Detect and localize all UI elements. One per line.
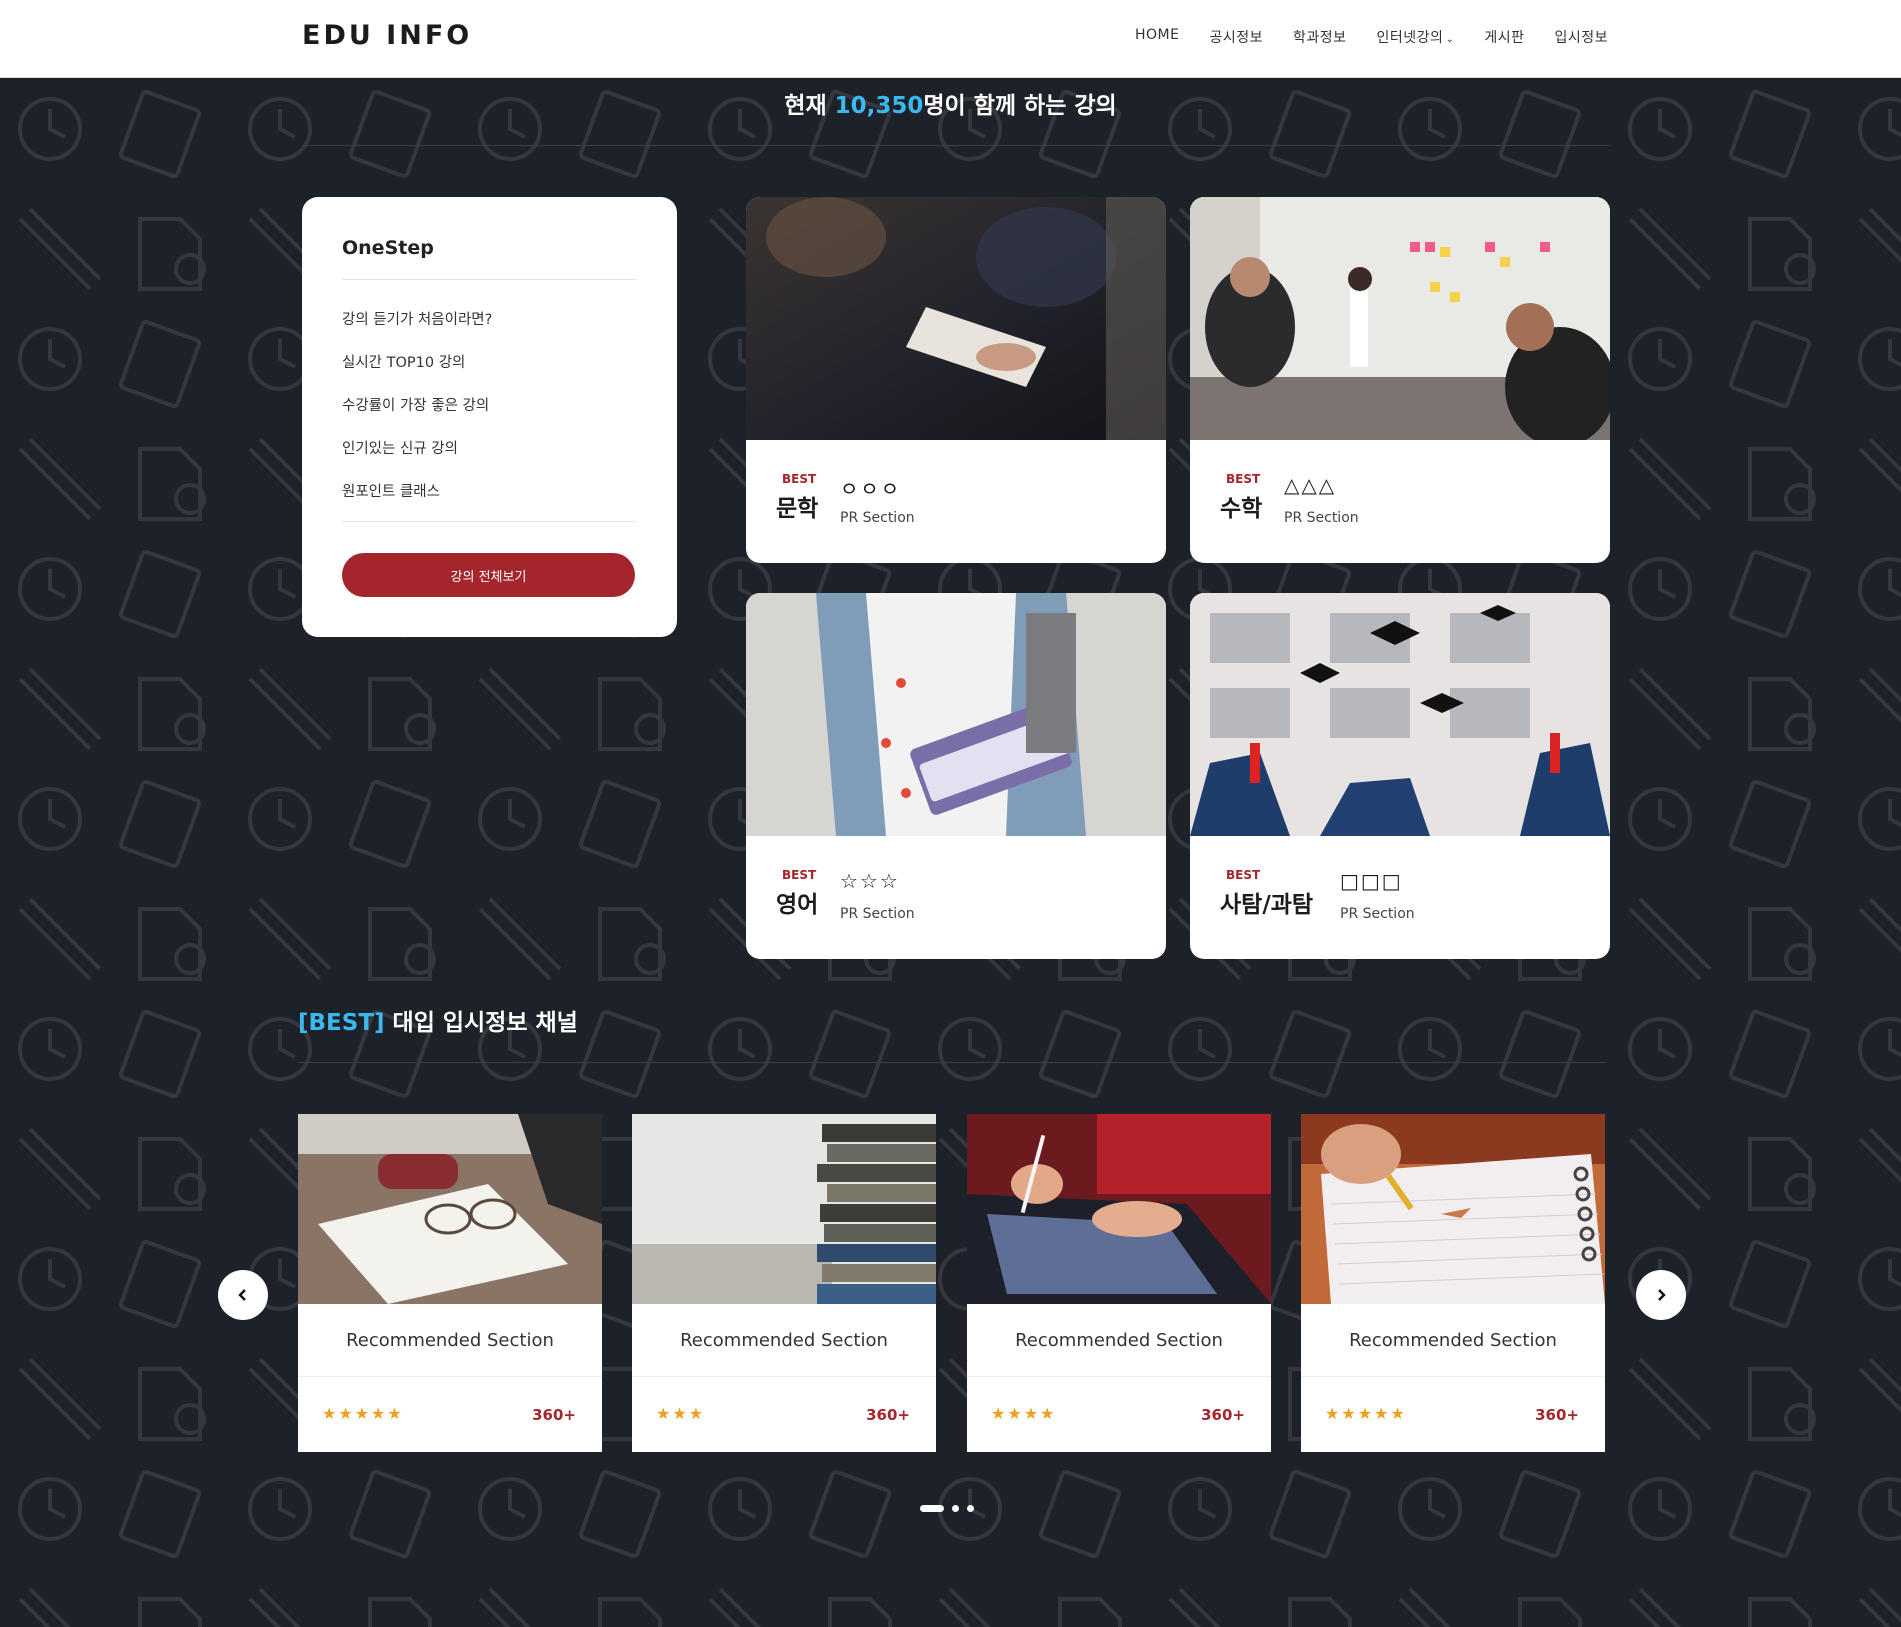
nav-home[interactable]: HOME (1135, 27, 1179, 47)
onestep-divider (342, 279, 637, 280)
recommended-count: 360+ (1201, 1406, 1245, 1424)
carousel-pagination (920, 1505, 974, 1512)
hero-suffix: 명이 함께 하는 강의 (923, 93, 1117, 119)
top-navbar: EDU INFO HOME 공시정보 학과정보 인터넷강의 ⌄ 게시판 입시정보 (0, 0, 1901, 78)
recommended-divider (298, 1376, 602, 1377)
tablet-drawing-photo (967, 1114, 1271, 1304)
recommended-label: Recommended Section (1015, 1330, 1223, 1351)
onestep-item-top10[interactable]: 실시간 TOP10 강의 (342, 351, 637, 372)
recommended-label: Recommended Section (346, 1330, 554, 1351)
recommended-card[interactable]: Recommended Section ★★★★★ 360+ (1301, 1114, 1605, 1452)
course-subject: 수학 (1220, 496, 1263, 522)
course-subject: 영어 (776, 892, 819, 918)
book-stack-photo (632, 1114, 936, 1304)
recommended-card[interactable]: Recommended Section ★★★★★ 360+ (298, 1114, 602, 1452)
recommended-count: 360+ (866, 1406, 910, 1424)
course-card-social-science[interactable]: BEST 사탐/과탐 □□□ PR Section (1190, 593, 1610, 959)
star-rating-icon: ★★★ (656, 1404, 706, 1423)
onestep-divider-bottom (342, 521, 635, 522)
best-badge: BEST (782, 472, 817, 486)
nav-disclosure[interactable]: 공시정보 (1209, 27, 1263, 47)
onestep-list: 강의 듣기가 처음이라면? 실시간 TOP10 강의 수강률이 가장 좋은 강의… (342, 308, 637, 501)
course-caption: PR Section (1340, 906, 1415, 922)
course-symbol: ☆☆☆ (840, 869, 900, 893)
main-nav: HOME 공시정보 학과정보 인터넷강의 ⌄ 게시판 입시정보 (1135, 27, 1608, 47)
onestep-item-onepoint[interactable]: 원포인트 클래스 (342, 480, 637, 501)
channel-section-title: [BEST] 대입 입시정보 채널 (298, 1003, 578, 1037)
carousel-prev-button[interactable] (218, 1270, 268, 1320)
recommended-divider (967, 1376, 1271, 1377)
carousel-next-button[interactable] (1636, 1270, 1686, 1320)
channel-title: 대입 입시정보 채널 (384, 1010, 578, 1036)
nav-departments[interactable]: 학과정보 (1293, 27, 1347, 47)
hero-prefix: 현재 (784, 93, 835, 119)
chevron-right-icon (1658, 1289, 1666, 1301)
carousel-dot-1[interactable] (920, 1505, 944, 1512)
carousel-dot-3[interactable] (967, 1505, 974, 1512)
channel-divider (298, 1062, 1606, 1063)
course-symbol: □□□ (1340, 869, 1403, 893)
onestep-item-best-rate[interactable]: 수강률이 가장 좋은 강의 (342, 394, 637, 415)
nav-admissions[interactable]: 입시정보 (1554, 27, 1608, 47)
course-subject: 사탐/과탐 (1220, 892, 1314, 918)
channel-tag: [BEST] (298, 1010, 385, 1036)
course-caption: PR Section (840, 906, 915, 922)
course-card-math[interactable]: BEST 수학 △△△ PR Section (1190, 197, 1610, 563)
recommended-card[interactable]: Recommended Section ★★★★ 360+ (967, 1114, 1271, 1452)
recommended-count: 360+ (1535, 1406, 1579, 1424)
hero-count: 10,350 (834, 93, 924, 119)
best-badge: BEST (782, 868, 817, 882)
recommended-count: 360+ (532, 1406, 576, 1424)
office-meeting-photo (1190, 197, 1610, 440)
nav-board[interactable]: 게시판 (1484, 27, 1524, 47)
site-logo[interactable]: EDU INFO (302, 20, 472, 51)
course-symbol: ㅇㅇㅇ (840, 477, 902, 501)
chevron-down-icon: ⌄ (1445, 34, 1455, 45)
desk-glasses-photo (298, 1114, 602, 1304)
star-rating-icon: ★★★★★ (1325, 1404, 1407, 1423)
recommended-label: Recommended Section (1349, 1330, 1557, 1351)
course-card-english[interactable]: BEST 영어 ☆☆☆ PR Section (746, 593, 1166, 959)
recommended-divider (1301, 1376, 1605, 1377)
nav-online-lectures[interactable]: 인터넷강의 ⌄ (1377, 27, 1455, 47)
nav-online-lectures-label: 인터넷강의 (1376, 30, 1444, 46)
carousel-dot-2[interactable] (952, 1505, 959, 1512)
course-caption: PR Section (840, 510, 915, 526)
student-with-books-photo (746, 593, 1166, 836)
hero-title: 현재 10,350명이 함께 하는 강의 (0, 86, 1901, 120)
star-rating-icon: ★★★★ (991, 1404, 1057, 1423)
lecture-audience-photo (746, 197, 1166, 440)
course-subject: 문학 (776, 496, 819, 522)
course-symbol: △△△ (1284, 473, 1337, 497)
course-caption: PR Section (1284, 510, 1359, 526)
onestep-item-first-time[interactable]: 강의 듣기가 처음이라면? (342, 308, 637, 329)
star-rating-icon: ★★★★★ (322, 1404, 404, 1423)
chevron-left-icon (238, 1289, 246, 1301)
course-card-literature[interactable]: BEST 문학 ㅇㅇㅇ PR Section (746, 197, 1166, 563)
graduation-caps-photo (1190, 593, 1610, 836)
best-badge: BEST (1226, 868, 1261, 882)
recommended-label: Recommended Section (680, 1330, 888, 1351)
recommended-card[interactable]: Recommended Section ★★★ 360+ (632, 1114, 936, 1452)
pencil-notebook-photo (1301, 1114, 1605, 1304)
onestep-title: OneStep (342, 237, 434, 259)
best-badge: BEST (1226, 472, 1261, 486)
onestep-panel: OneStep 강의 듣기가 처음이라면? 실시간 TOP10 강의 수강률이 … (302, 197, 677, 637)
view-all-lectures-button[interactable]: 강의 전체보기 (342, 553, 635, 597)
recommended-divider (632, 1376, 936, 1377)
hero-divider (302, 145, 1610, 146)
onestep-item-new[interactable]: 인기있는 신규 강의 (342, 437, 637, 458)
